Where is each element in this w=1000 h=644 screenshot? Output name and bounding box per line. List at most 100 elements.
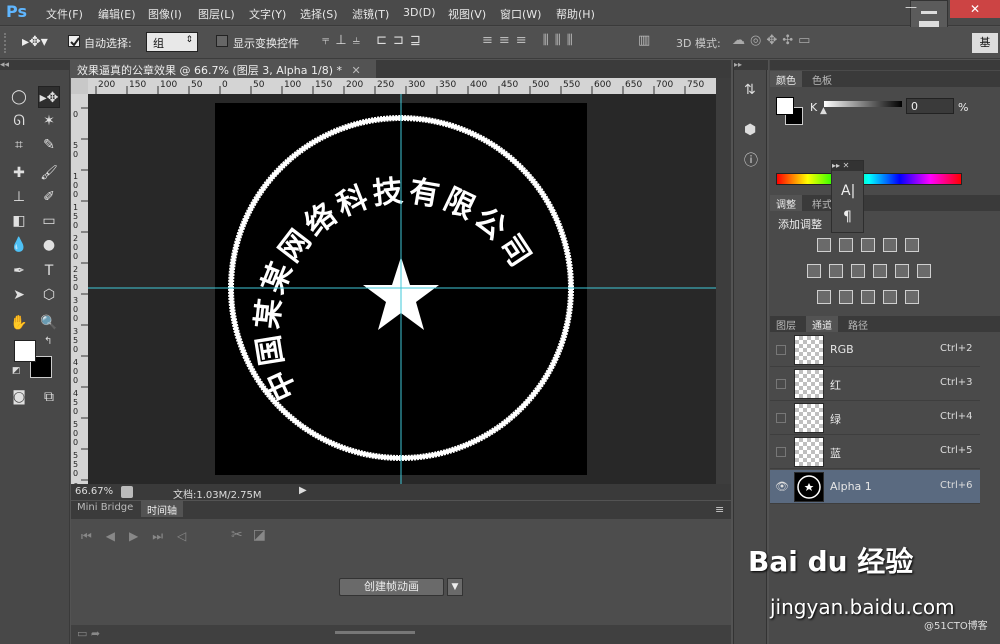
screen-mode-icon[interactable]: ⧉ — [38, 386, 60, 408]
info-icon[interactable]: ⓘ — [744, 150, 758, 170]
pen-tool-icon[interactable]: ✒ — [8, 260, 30, 282]
paragraph-icon[interactable]: ¶ — [843, 209, 852, 225]
channel-row-green[interactable]: 绿 Ctrl+4 — [770, 401, 980, 435]
color-fg-swatch[interactable] — [776, 97, 794, 115]
create-animation-dropdown-icon[interactable]: ▼ — [447, 578, 463, 596]
vibrance-icon[interactable] — [905, 238, 919, 252]
minimize-icon[interactable]: — — [905, 0, 917, 14]
clone-stamp-tool-icon[interactable]: ⊥ — [8, 186, 30, 208]
visibility-toggle[interactable] — [776, 447, 786, 457]
strip-collapse-icon[interactable]: ▸▸ — [734, 60, 768, 70]
channel-row-rgb[interactable]: RGB Ctrl+2 — [770, 333, 980, 367]
k-slider-handle-icon[interactable]: ▲ — [820, 106, 827, 116]
playback-controls[interactable]: ⏮◀▶⏭◁ — [81, 529, 200, 544]
document-tab[interactable]: 效果逼真的公章效果 @ 66.7% (图层 3, Alpha 1/8) * ✕ — [71, 60, 376, 78]
marquee-tool-icon[interactable]: ◯ — [8, 86, 30, 108]
gradient-tool-icon[interactable]: ▭ — [38, 210, 60, 232]
visibility-toggle[interactable] — [776, 413, 786, 423]
type-tool-icon[interactable]: T — [38, 260, 60, 282]
exposure-icon[interactable] — [883, 238, 897, 252]
timeline-zoom-slider[interactable] — [335, 631, 415, 634]
menu-window[interactable]: 窗口(W) — [500, 6, 541, 22]
move-tool-icon[interactable]: ▸✥ — [38, 86, 60, 108]
brightness-icon[interactable] — [817, 238, 831, 252]
foreground-color-swatch-top[interactable] — [14, 340, 36, 362]
menu-layer[interactable]: 图层(L) — [198, 6, 235, 22]
posterize-icon[interactable] — [839, 290, 853, 304]
eye-icon[interactable]: 👁 — [775, 480, 789, 493]
status-arrow-icon[interactable]: ▶ — [299, 485, 307, 496]
hand-tool-icon[interactable]: ✋ — [8, 312, 30, 334]
workspace-button[interactable]: 基 — [972, 33, 998, 53]
tools-collapse-icon[interactable]: ◂◂ — [0, 60, 70, 70]
channel-row-blue[interactable]: 蓝 Ctrl+5 — [770, 435, 980, 469]
magic-wand-tool-icon[interactable]: ✶ — [38, 110, 60, 132]
levels-icon[interactable] — [839, 238, 853, 252]
vertical-scrollbar[interactable] — [716, 78, 731, 484]
gradient-map-icon[interactable] — [905, 290, 919, 304]
black-white-icon[interactable] — [851, 264, 865, 278]
dodge-tool-icon[interactable]: ● — [38, 234, 60, 256]
eyedropper-tool-icon[interactable]: ✎ — [38, 134, 60, 156]
menu-3d[interactable]: 3D(D) — [403, 6, 436, 19]
menu-view[interactable]: 视图(V) — [448, 6, 486, 22]
tab-adjustments[interactable]: 调整 — [770, 195, 802, 211]
zoom-tool-icon[interactable]: 🔍 — [38, 312, 60, 334]
default-colors-icon[interactable]: ◩ — [12, 366, 21, 376]
float-panel-header[interactable]: ▸▸ ✕ — [832, 161, 863, 171]
blur-tool-icon[interactable]: 💧 — [8, 234, 30, 256]
distribute-buttons[interactable]: ≡≡≡ ⫼⫼⫼ — [482, 33, 579, 48]
status-share-icon[interactable] — [121, 486, 133, 498]
history-icon[interactable]: ⇅ — [744, 82, 756, 98]
create-frame-animation-button[interactable]: 创建帧动画 — [339, 578, 444, 596]
threshold-icon[interactable] — [861, 290, 875, 304]
tab-channels[interactable]: 通道 — [806, 316, 838, 332]
tab-mini-bridge[interactable]: Mini Bridge — [71, 501, 139, 517]
path-selection-tool-icon[interactable]: ➤ — [8, 284, 30, 306]
menu-edit[interactable]: 编辑(E) — [98, 6, 136, 22]
panel-menu-icon[interactable]: ≡ — [715, 503, 724, 516]
align-buttons[interactable]: ⫧⊥⫨ ⊏⊐⊒ — [322, 33, 427, 48]
invert-icon[interactable] — [817, 290, 831, 304]
tab-timeline[interactable]: 时间轴 — [141, 501, 183, 517]
auto-align-button[interactable]: ▥ — [638, 33, 650, 48]
menu-file[interactable]: 文件(F) — [46, 6, 83, 22]
shape-tool-icon[interactable]: ⬡ — [38, 284, 60, 306]
close-tab-icon[interactable]: ✕ — [351, 64, 360, 77]
photo-filter-icon[interactable] — [873, 264, 887, 278]
auto-select-dropdown[interactable]: 组 ⇕ — [146, 32, 198, 52]
tab-layers[interactable]: 图层 — [770, 316, 802, 332]
selective-color-icon[interactable] — [883, 290, 897, 304]
menu-select[interactable]: 选择(S) — [300, 6, 338, 22]
zoom-level[interactable]: 66.67% — [75, 486, 113, 497]
canvas-area[interactable]: 中国某某网络科技有限公司 — [88, 94, 716, 484]
channel-mixer-icon[interactable] — [895, 264, 909, 278]
tab-color[interactable]: 颜色 — [770, 71, 802, 87]
close-window-button[interactable]: ✕ — [950, 0, 1000, 18]
crop-tool-icon[interactable]: ⌗ — [8, 134, 30, 156]
tab-paths[interactable]: 路径 — [842, 316, 874, 332]
quick-mask-icon[interactable]: ◙ — [8, 386, 30, 408]
menu-help[interactable]: 帮助(H) — [556, 6, 595, 22]
visibility-toggle[interactable] — [776, 379, 786, 389]
lasso-tool-icon[interactable]: ᘏ — [8, 110, 30, 132]
timeline-footer-icons[interactable]: ▭ ➦ — [77, 627, 100, 640]
menu-image[interactable]: 图像(I) — [148, 6, 182, 22]
menu-filter[interactable]: 滤镜(T) — [352, 6, 389, 22]
eraser-tool-icon[interactable]: ◧ — [8, 210, 30, 232]
3d-panel-icon[interactable]: ⬢ — [744, 122, 756, 138]
channel-row-alpha1[interactable]: 👁 Alpha 1 Ctrl+6 — [770, 470, 980, 504]
character-icon[interactable]: A| — [841, 183, 855, 199]
color-spectrum-bar[interactable] — [776, 173, 962, 185]
visibility-toggle[interactable] — [776, 345, 786, 355]
ruler-left[interactable]: 050100150200250300350400450500550600 — [71, 94, 88, 484]
auto-select-checkbox[interactable] — [68, 35, 80, 47]
menu-type[interactable]: 文字(Y) — [249, 6, 286, 22]
3d-mode-buttons[interactable]: ☁◎✥✣▭ — [732, 33, 815, 48]
curves-icon[interactable] — [861, 238, 875, 252]
split-transition-icons[interactable]: ✂◪ — [231, 527, 276, 543]
history-brush-tool-icon[interactable]: ✐ — [38, 186, 60, 208]
color-balance-icon[interactable] — [829, 264, 843, 278]
stamp-canvas[interactable]: 中国某某网络科技有限公司 — [88, 94, 716, 484]
channel-row-red[interactable]: 红 Ctrl+3 — [770, 367, 980, 401]
